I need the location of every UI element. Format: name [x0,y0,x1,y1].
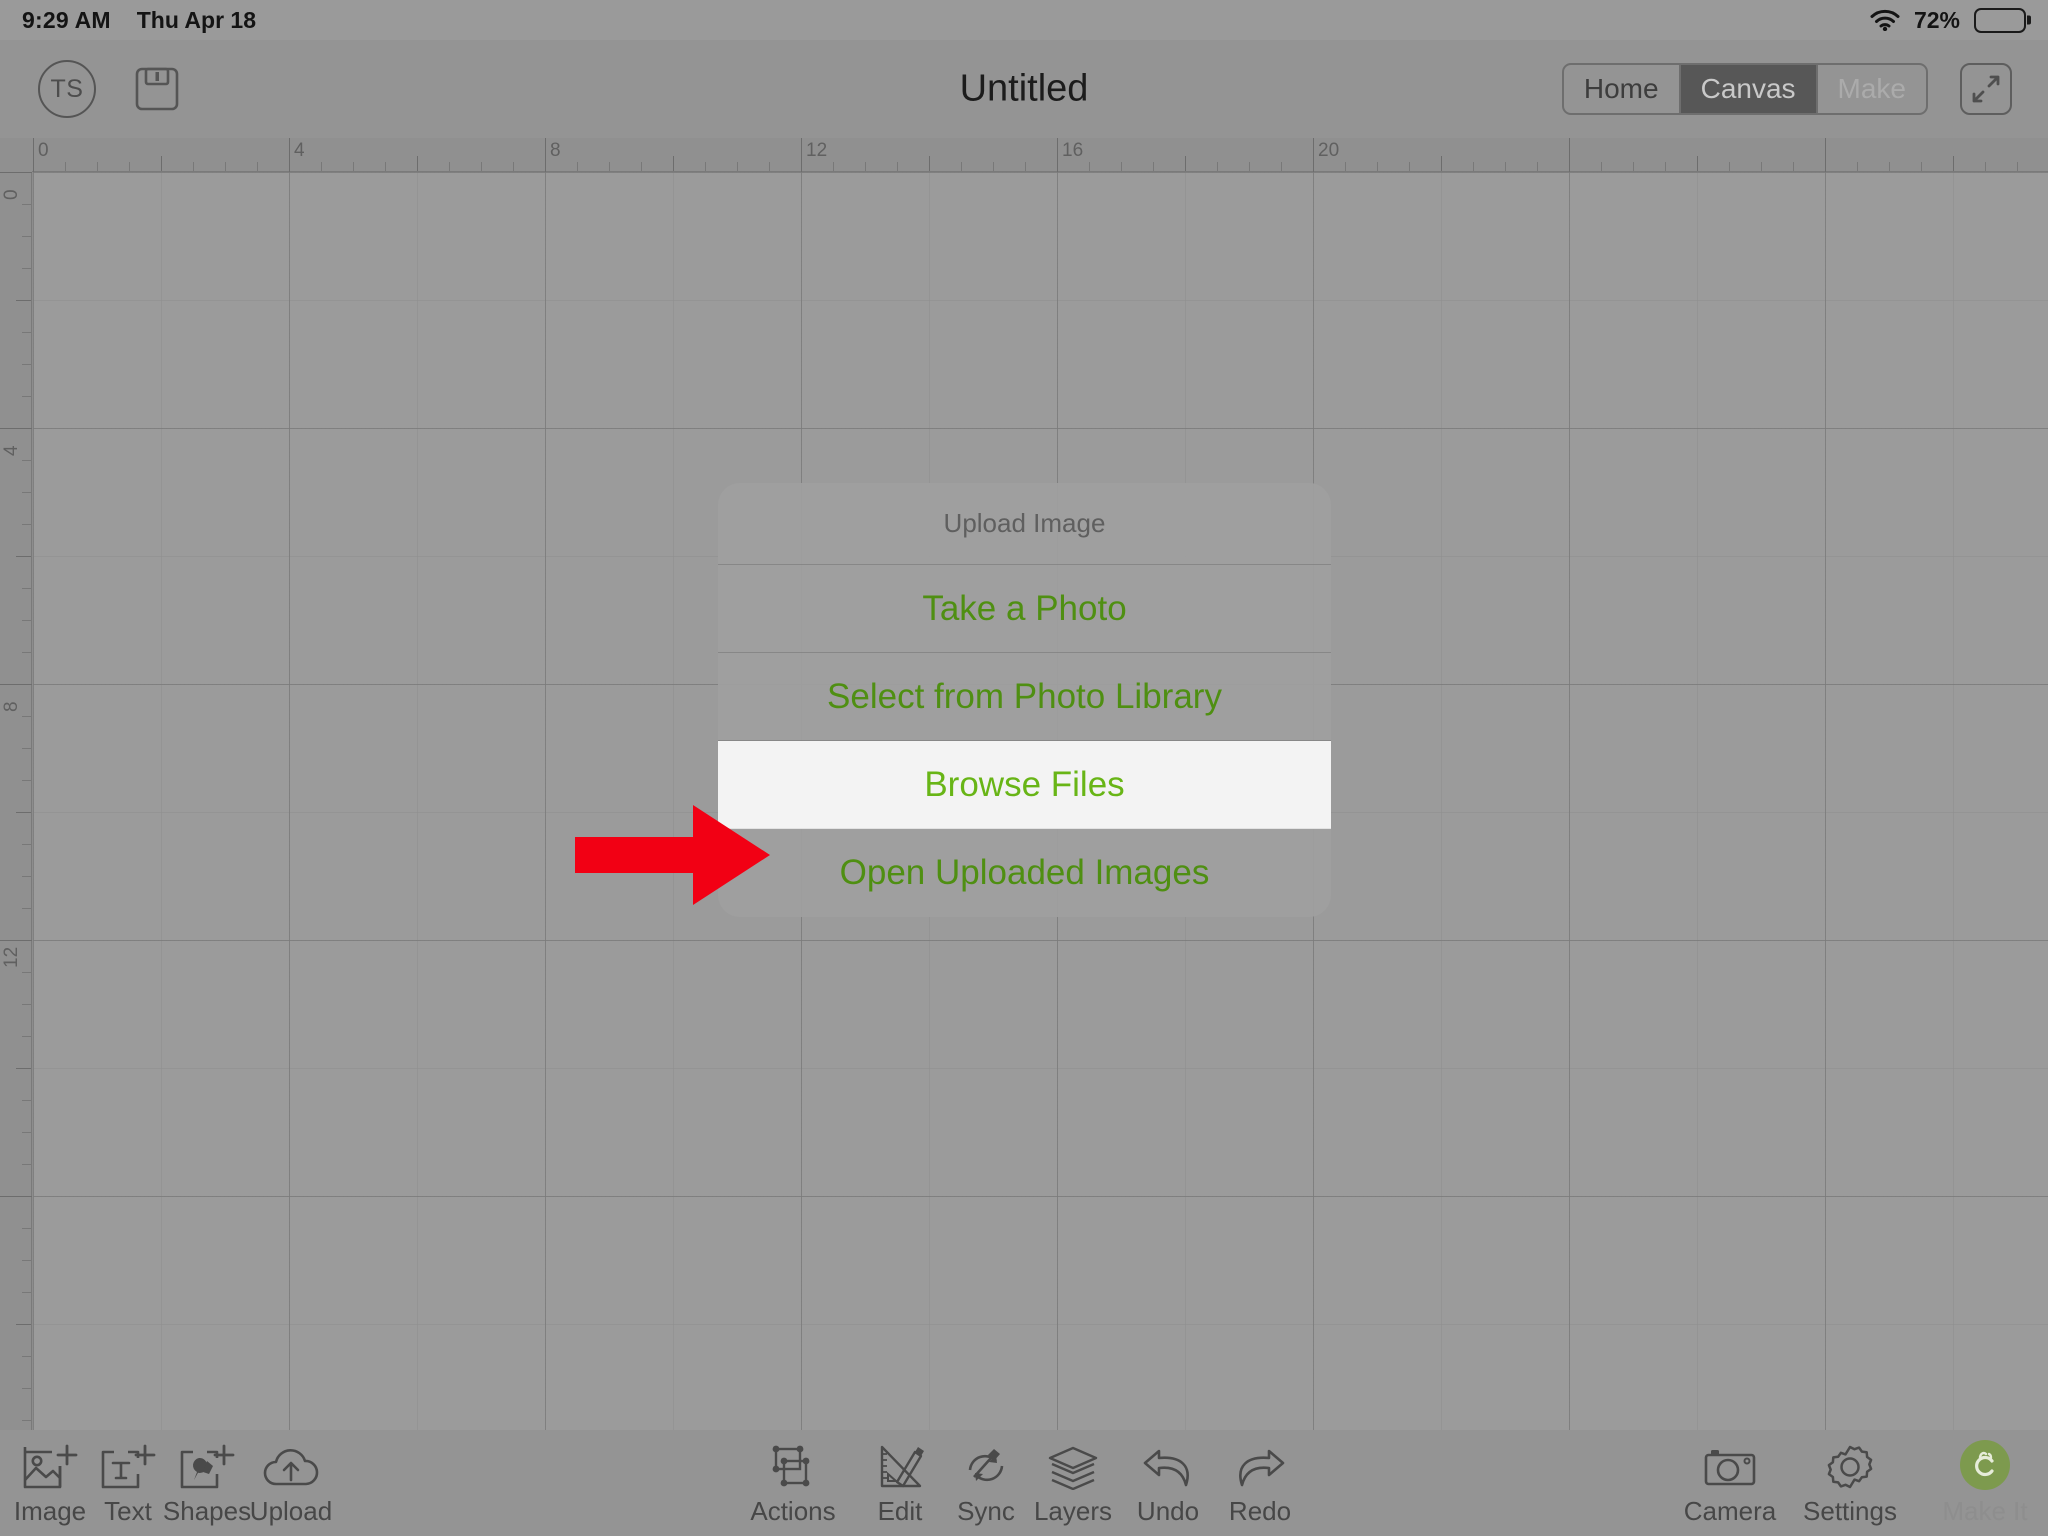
toolbar-label-make-it: Make It [1942,1496,2028,1526]
sync-eyedropper-icon [961,1438,1011,1490]
status-bar-left: 9:29 AM Thu Apr 18 [22,7,256,34]
wifi-icon [1870,9,1900,31]
save-icon[interactable] [134,66,180,112]
action-sheet-item-open-uploaded-images[interactable]: Open Uploaded Images [718,829,1331,917]
undo-arrow-icon [1141,1438,1195,1490]
ruler-pencil-icon [875,1438,925,1490]
gear-icon [1825,1438,1875,1490]
cricut-logo-icon [1960,1438,2010,1490]
battery-percent-label: 72% [1913,6,1960,33]
tab-canvas[interactable]: Canvas [1680,65,1818,113]
image-plus-icon [22,1438,78,1490]
bottom-toolbar: Image Text Shapes Upload Actions Edit Sy… [0,1430,2048,1536]
toolbar-label-settings: Settings [1803,1496,1897,1526]
toolbar-label-upload: Upload [249,1496,333,1526]
action-sheet-item-browse-files[interactable]: Browse Files [718,741,1331,829]
status-time: 9:29 AM [22,6,111,33]
layers-stack-icon [1046,1438,1100,1490]
tab-make[interactable]: Make [1818,65,1926,113]
status-date: Thu Apr 18 [136,6,257,33]
battery-icon [1974,7,2026,33]
view-mode-segmented-control[interactable]: Home Canvas Make [1561,63,1928,115]
status-bar-right: 72% [1870,7,2026,34]
camera-icon [1702,1438,1758,1490]
toolbar-label-camera: Camera [1683,1496,1777,1526]
redo-arrow-icon [1233,1438,1287,1490]
text-plus-icon [100,1438,156,1490]
toolbar-label-edit: Edit [877,1496,923,1526]
action-sheet-item-select-from-photo-library[interactable]: Select from Photo Library [718,653,1331,741]
toolbar-label-redo: Redo [1228,1496,1292,1526]
avatar-initials: TS [50,74,84,103]
status-bar: 9:29 AM Thu Apr 18 72% [0,0,2048,40]
toolbar-label-sync: Sync [957,1496,1015,1526]
toolbar-item-camera[interactable]: Camera [1675,1438,1785,1527]
actions-nodes-icon [768,1438,818,1490]
page-title: Untitled [959,67,1089,110]
toolbar-item-redo[interactable]: Redo [1205,1438,1315,1527]
expand-arrows-icon[interactable] [1960,63,2012,115]
toolbar-item-layers[interactable]: Layers [1018,1438,1128,1527]
toolbar-label-actions: Actions [750,1496,836,1526]
upload-image-action-sheet: Upload Image Take a Photo Select from Ph… [718,483,1331,917]
toolbar-item-actions[interactable]: Actions [738,1438,848,1527]
toolbar-label-layers: Layers [1033,1496,1113,1526]
top-bar: TS Untitled Home Canvas Make [0,40,2048,138]
avatar[interactable]: TS [38,60,96,118]
toolbar-label-text: Text [104,1496,152,1526]
toolbar-label-undo: Undo [1136,1496,1200,1526]
toolbar-item-upload[interactable]: Upload [236,1438,346,1527]
action-sheet-title: Upload Image [718,483,1331,565]
shapes-plus-icon [179,1438,235,1490]
cricut-design-space-app: 9:29 AM Thu Apr 18 72% TS Untitled Home … [0,0,2048,1536]
red-right-arrow-icon [575,805,770,905]
tab-home[interactable]: Home [1564,65,1681,113]
action-sheet-item-take-a-photo[interactable]: Take a Photo [718,565,1331,653]
cloud-upload-icon [262,1438,320,1490]
toolbar-item-make-it[interactable]: Make It [1930,1438,2040,1527]
toolbar-item-settings[interactable]: Settings [1795,1438,1905,1527]
